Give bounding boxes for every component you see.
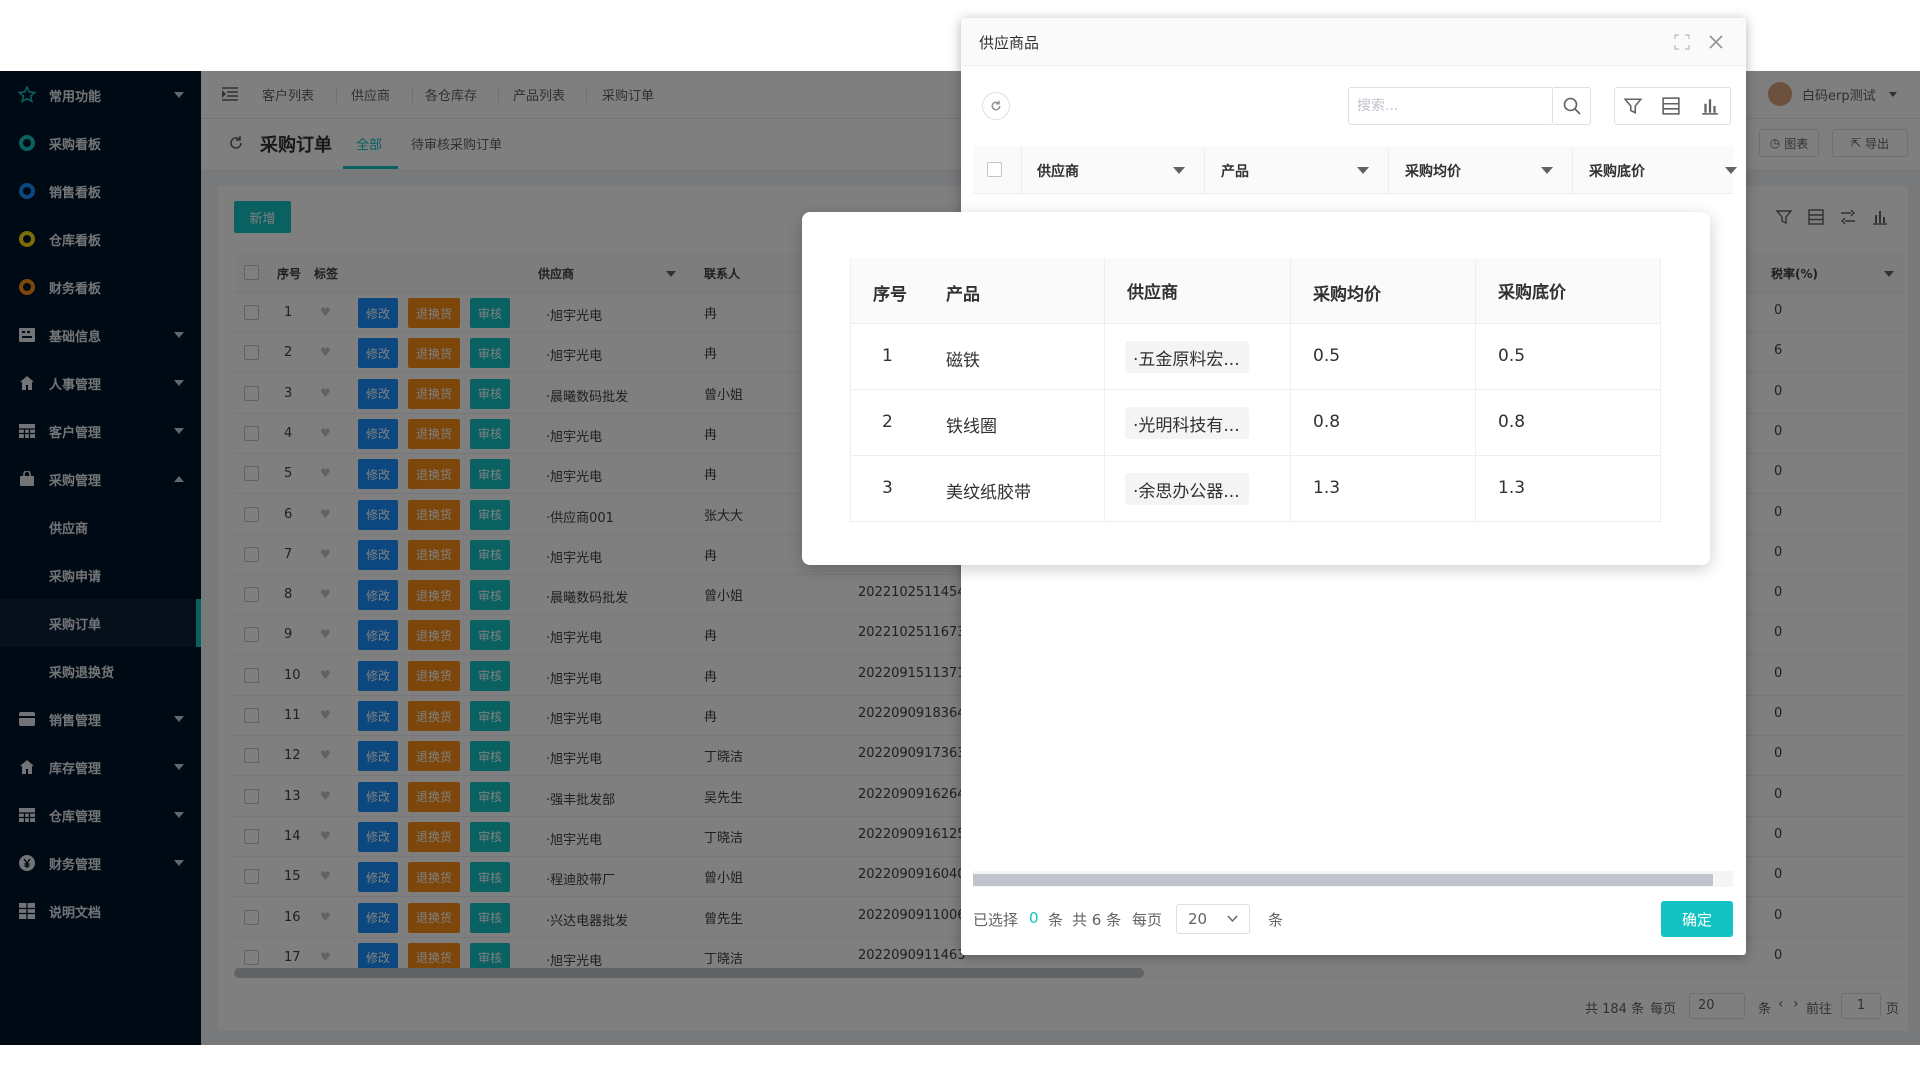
row-min-price: 0.5 [1498, 346, 1526, 366]
dialog-table-header: 供应商 产品 采购均价 采购底价 [973, 146, 1737, 194]
search-input[interactable] [1357, 96, 1507, 116]
divider [1572, 146, 1573, 194]
row-supplier-tag: ·光明科技有... [1125, 407, 1249, 439]
dialog-page-size-select[interactable]: 20 [1176, 904, 1250, 934]
popup-table-header: 序号 产品 供应商 采购均价 采购底价 [850, 258, 1661, 324]
selected-label: 已选择 [973, 911, 1019, 929]
row-no: 2 [882, 412, 893, 432]
caret-down-icon[interactable] [1725, 167, 1737, 174]
col-no: 序号 [873, 285, 907, 305]
product-detail-popup: 序号 产品 供应商 采购均价 采购底价 1 磁铁 ·五金原料宏... 0.5 0… [802, 212, 1710, 565]
filter-icon[interactable] [1623, 97, 1643, 119]
search-box [1348, 87, 1553, 125]
selected-count: 0 [1029, 909, 1039, 927]
search-button[interactable] [1553, 87, 1591, 125]
bar-chart-icon[interactable] [1701, 97, 1719, 119]
col-avg-price: 采购均价 [1405, 164, 1461, 180]
row-product: 铁线圈 [946, 417, 997, 437]
table-row: 3 美纹纸胶带 ·余思办公器... 1.3 1.3 [850, 456, 1661, 522]
divider [1660, 258, 1661, 522]
row-supplier-tag: ·五金原料宏... [1125, 341, 1249, 373]
caret-down-icon[interactable] [1357, 167, 1369, 174]
row-avg-price: 0.8 [1313, 412, 1341, 432]
divider [850, 258, 851, 522]
divider [1475, 258, 1476, 522]
refresh-icon [991, 100, 1001, 111]
columns-icon[interactable] [1662, 97, 1680, 119]
dialog-total: 共 6 条 [1072, 911, 1122, 929]
table-row: 2 铁线圈 ·光明科技有... 0.8 0.8 [850, 390, 1661, 456]
close-icon[interactable] [1708, 34, 1724, 54]
dialog-refresh-button[interactable] [982, 92, 1010, 120]
col-min-price: 采购底价 [1589, 164, 1645, 180]
caret-down-icon[interactable] [1541, 167, 1553, 174]
divider [1204, 146, 1205, 194]
col-min-price: 采购底价 [1498, 283, 1566, 303]
table-row: 1 磁铁 ·五金原料宏... 0.5 0.5 [850, 324, 1661, 390]
row-min-price: 0.8 [1498, 412, 1526, 432]
dialog-per-page-unit: 条 [1268, 911, 1284, 929]
chevron-down-icon [1227, 915, 1238, 923]
divider [1021, 146, 1022, 194]
dialog-per-page-label: 每页 [1132, 911, 1163, 929]
divider [1388, 146, 1389, 194]
col-supplier: 供应商 [1037, 164, 1079, 180]
caret-down-icon[interactable] [1173, 167, 1185, 174]
row-supplier-tag: ·余思办公器... [1125, 473, 1249, 505]
search-icon [1563, 97, 1581, 115]
divider [1104, 258, 1105, 522]
col-product: 产品 [1221, 164, 1249, 180]
col-supplier: 供应商 [1127, 283, 1178, 303]
dialog-horizontal-scrollbar[interactable] [973, 874, 1713, 886]
dialog-page-size-value: 20 [1188, 910, 1208, 928]
row-product: 美纹纸胶带 [946, 483, 1031, 503]
confirm-button[interactable]: 确定 [1661, 901, 1733, 937]
dialog-title: 供应商品 [979, 34, 1040, 52]
selected-unit: 条 [1048, 911, 1064, 929]
row-min-price: 1.3 [1498, 478, 1526, 498]
select-all-checkbox[interactable] [987, 162, 1002, 177]
row-avg-price: 0.5 [1313, 346, 1341, 366]
row-no: 3 [882, 478, 893, 498]
row-avg-price: 1.3 [1313, 478, 1341, 498]
col-product: 产品 [946, 285, 980, 305]
fullscreen-icon[interactable] [1674, 34, 1690, 54]
dialog-header [961, 18, 1746, 66]
row-product: 磁铁 [946, 351, 980, 371]
col-avg-price: 采购均价 [1313, 285, 1381, 305]
divider [1290, 258, 1291, 522]
row-no: 1 [882, 346, 893, 366]
